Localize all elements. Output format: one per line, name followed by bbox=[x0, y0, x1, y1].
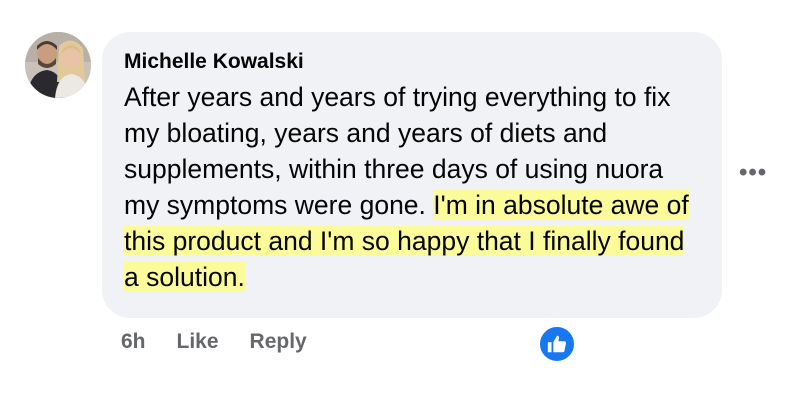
like-button[interactable]: Like bbox=[177, 330, 219, 354]
thumbs-up-reaction-icon[interactable] bbox=[538, 325, 576, 363]
comment: Michelle Kowalski After years and years … bbox=[0, 0, 800, 405]
thumbs-up-icon bbox=[547, 335, 567, 353]
avatar[interactable] bbox=[25, 32, 91, 98]
more-options-icon[interactable]: ••• bbox=[739, 161, 767, 185]
comment-actions: 6h Like Reply bbox=[121, 330, 338, 354]
comment-bubble: Michelle Kowalski After years and years … bbox=[102, 32, 722, 318]
reply-button[interactable]: Reply bbox=[250, 330, 307, 354]
avatar-photo-icon bbox=[25, 32, 91, 98]
timestamp[interactable]: 6h bbox=[121, 330, 146, 354]
author-name[interactable]: Michelle Kowalski bbox=[124, 47, 700, 77]
comment-text: After years and years of trying everythi… bbox=[124, 79, 700, 295]
